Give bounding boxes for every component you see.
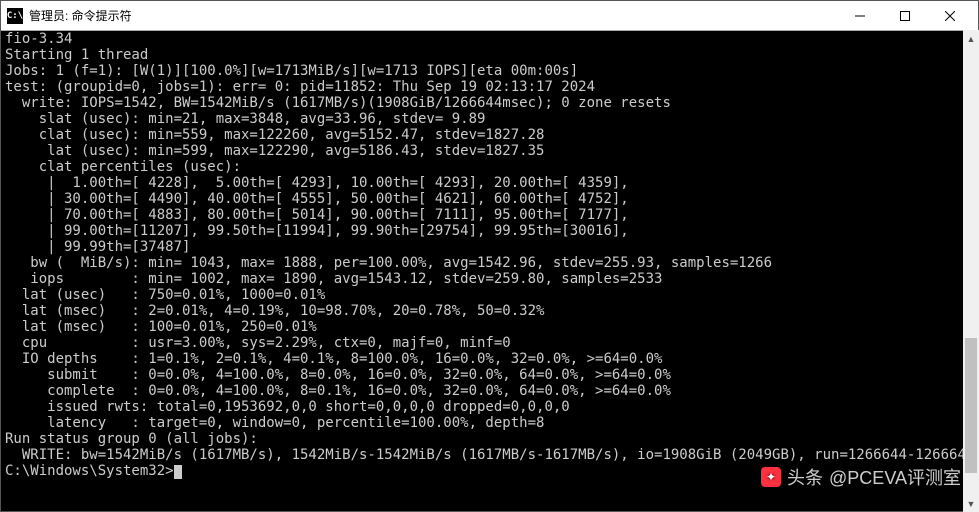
terminal-line: iops : min= 1002, max= 1890, avg=1543.12… [5,271,974,287]
terminal-line: Jobs: 1 (f=1): [W(1)][100.0%][w=1713MiB/… [5,63,974,79]
terminal-line: Starting 1 thread [5,47,974,63]
terminal-line: issued rwts: total=0,1953692,0,0 short=0… [5,399,974,415]
terminal-line: lat (msec) : 2=0.01%, 4=0.19%, 10=98.70%… [5,303,974,319]
terminal-line: fio-3.34 [5,31,974,47]
window-title: 管理员: 命令提示符 [29,7,132,24]
terminal-line: lat (usec): min=599, max=122290, avg=518… [5,143,974,159]
terminal-line: | 70.00th=[ 4883], 80.00th=[ 5014], 90.0… [5,207,974,223]
watermark-text: @PCEVA评测室 [829,464,961,490]
cursor [174,465,182,479]
scroll-thumb[interactable] [965,338,977,472]
terminal-line: submit : 0=0.0%, 4=100.0%, 8=0.0%, 16=0.… [5,367,974,383]
minimize-button[interactable] [837,1,882,31]
cmd-window: C:\ 管理员: 命令提示符 fio-3.34Starting 1 thread… [0,0,979,512]
terminal-line: complete : 0=0.0%, 4=100.0%, 8=0.1%, 16=… [5,383,974,399]
terminal-line: clat percentiles (usec): [5,159,974,175]
vertical-scrollbar[interactable]: ▲ ▼ [963,30,979,512]
terminal-line: | 99.99th=[37487] [5,239,974,255]
terminal-line: write: IOPS=1542, BW=1542MiB/s (1617MB/s… [5,95,974,111]
scroll-down-arrow[interactable]: ▼ [963,495,979,512]
watermark-icon: ✦ [761,467,781,487]
scroll-up-arrow[interactable]: ▲ [963,30,979,47]
terminal-line: lat (usec) : 750=0.01%, 1000=0.01% [5,287,974,303]
terminal-line: | 99.00th=[11207], 99.50th=[11994], 99.9… [5,223,974,239]
titlebar[interactable]: C:\ 管理员: 命令提示符 [1,1,978,31]
watermark: ✦ 头条 @PCEVA评测室 [761,464,961,490]
terminal-line: test: (groupid=0, jobs=1): err= 0: pid=1… [5,79,974,95]
terminal-line: | 1.00th=[ 4228], 5.00th=[ 4293], 10.00t… [5,175,974,191]
terminal-line: latency : target=0, window=0, percentile… [5,415,974,431]
terminal-line: lat (msec) : 100=0.01%, 250=0.01% [5,319,974,335]
terminal-line: WRITE: bw=1542MiB/s (1617MB/s), 1542MiB/… [5,447,974,463]
watermark-prefix: 头条 [787,464,823,490]
terminal-line: clat (usec): min=559, max=122260, avg=51… [5,127,974,143]
maximize-button[interactable] [882,1,927,31]
terminal-line: cpu : usr=3.00%, sys=2.29%, ctx=0, majf=… [5,335,974,351]
terminal-line: | 30.00th=[ 4490], 40.00th=[ 4555], 50.0… [5,191,974,207]
terminal-output[interactable]: fio-3.34Starting 1 threadJobs: 1 (f=1): … [1,31,978,511]
close-button[interactable] [927,1,972,31]
scroll-track[interactable] [963,47,979,495]
terminal-line: bw ( MiB/s): min= 1043, max= 1888, per=1… [5,255,974,271]
terminal-line: slat (usec): min=21, max=3848, avg=33.96… [5,111,974,127]
terminal-line: Run status group 0 (all jobs): [5,431,974,447]
app-icon: C:\ [7,8,23,24]
terminal-line: IO depths : 1=0.1%, 2=0.1%, 4=0.1%, 8=10… [5,351,974,367]
